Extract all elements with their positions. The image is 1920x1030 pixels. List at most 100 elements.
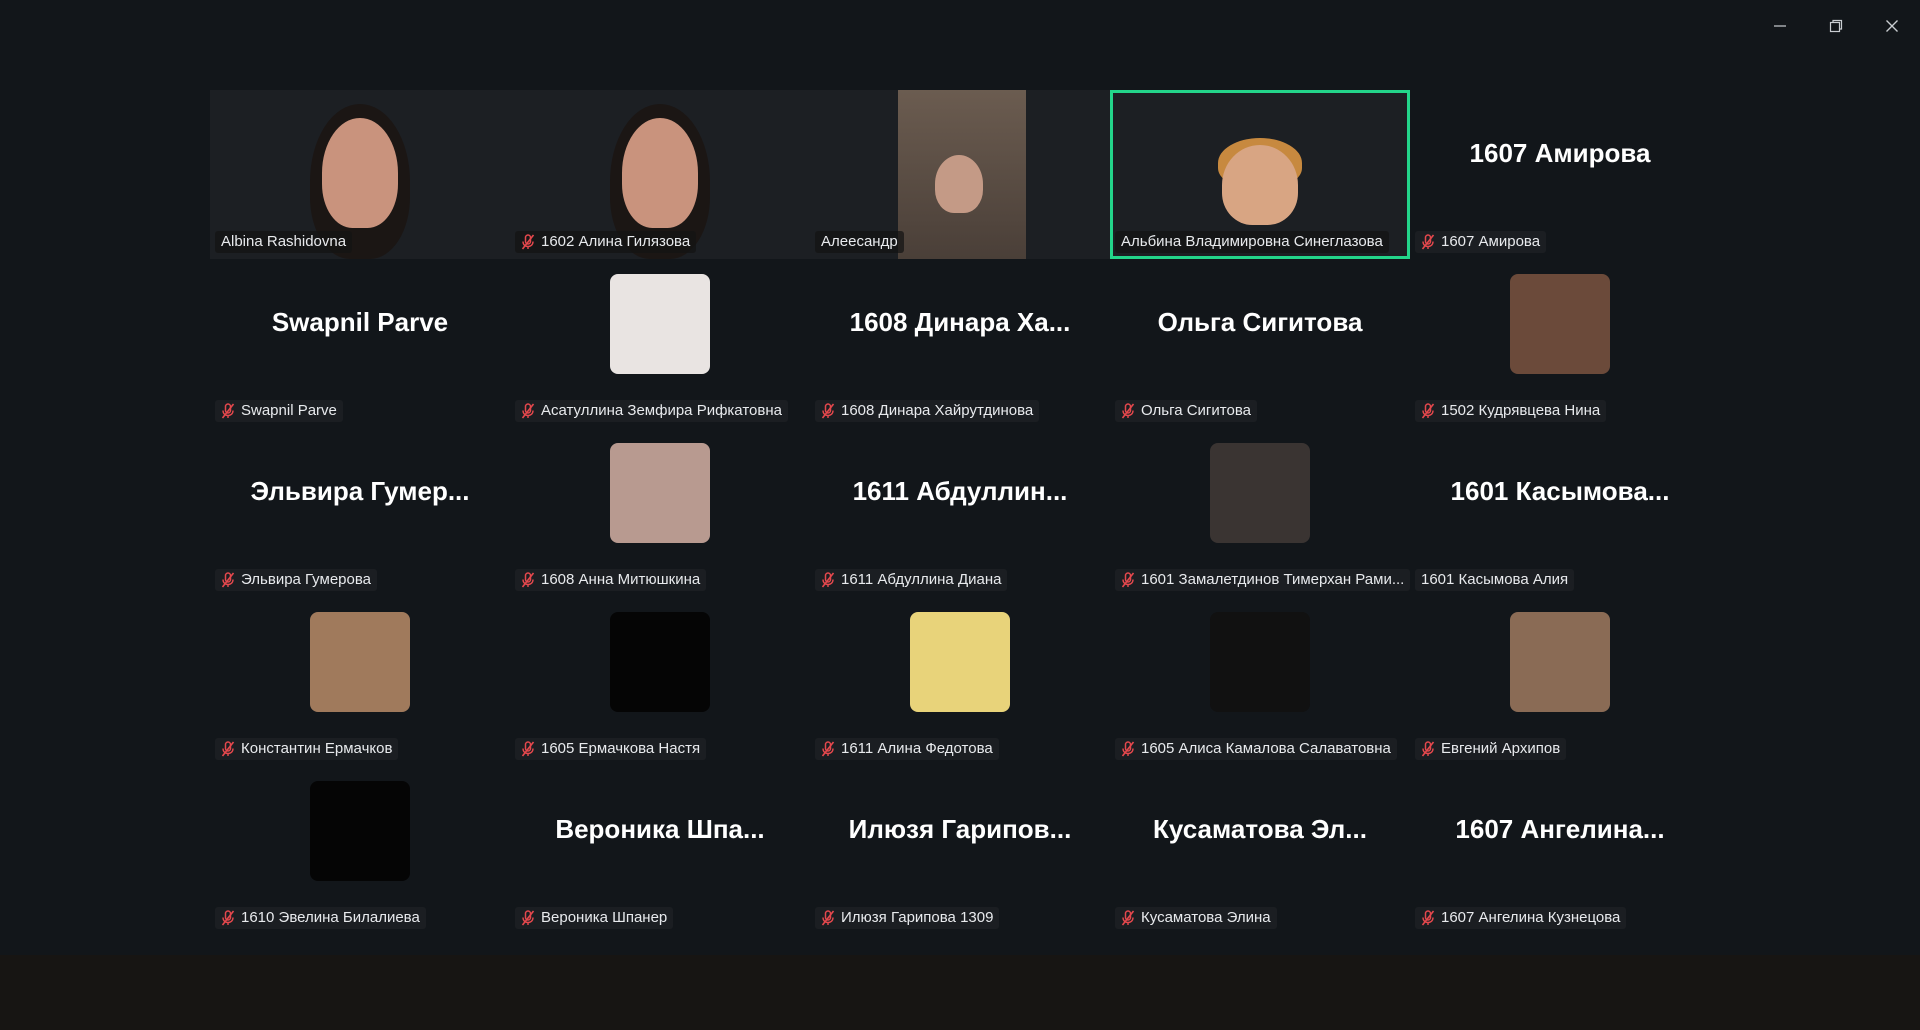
participant-tile[interactable]: 1605 Ермачкова Настя — [510, 597, 810, 766]
participant-tile[interactable]: Илюзя Гарипов... Илюзя Гарипова 1309 — [810, 766, 1110, 935]
muted-mic-icon — [221, 571, 235, 588]
minimize-button[interactable] — [1752, 0, 1808, 52]
participant-name-text: Илюзя Гарипова 1309 — [841, 909, 994, 926]
participant-tile[interactable]: Вероника Шпа... Вероника Шпанер — [510, 766, 810, 935]
participant-silhouette — [1222, 145, 1298, 225]
participant-name-text: 1502 Кудрявцева Нина — [1441, 402, 1601, 419]
muted-mic-icon — [221, 402, 235, 419]
participant-name-text: Вероника Шпанер — [541, 909, 668, 926]
participant-name-text: 1605 Алиса Камалова Салаватовна — [1141, 740, 1391, 757]
muted-mic-icon — [521, 909, 535, 926]
window-controls — [1752, 0, 1920, 52]
muted-mic-icon — [521, 233, 535, 250]
participant-display-name: Эльвира Гумер... — [250, 476, 470, 506]
participant-name-text: 1608 Динара Хайрутдинова — [841, 402, 1034, 419]
muted-mic-icon — [821, 740, 835, 757]
close-button[interactable] — [1864, 0, 1920, 52]
participant-name-text: Константин Ермачков — [241, 740, 393, 757]
participant-avatar — [610, 443, 710, 543]
muted-mic-icon — [521, 402, 535, 419]
participant-tile[interactable]: 1607 Ангелина... 1607 Ангелина Кузнецова — [1410, 766, 1710, 935]
participant-name-label: Albina Rashidovna — [215, 231, 353, 253]
muted-mic-icon — [1121, 740, 1135, 757]
participant-name-label: Swapnil Parve — [215, 400, 343, 422]
participant-tile[interactable]: 1602 Алина Гилязова — [510, 90, 810, 259]
muted-mic-icon — [1121, 402, 1135, 419]
participant-tile[interactable]: Асатуллина Земфира Рифкатовна — [510, 259, 810, 428]
participant-tile[interactable]: 1605 Алиса Камалова Салаватовна — [1110, 597, 1410, 766]
muted-mic-icon — [1421, 909, 1435, 926]
participant-avatar — [610, 274, 710, 374]
participant-avatar — [1210, 443, 1310, 543]
participant-tile[interactable]: Алеесандр — [810, 90, 1110, 259]
participant-tile[interactable]: 1610 Эвелина Билалиева — [210, 766, 510, 935]
muted-mic-icon — [521, 571, 535, 588]
participant-tile[interactable]: 1611 Алина Федотова — [810, 597, 1110, 766]
participant-name-label: Кусаматова Элина — [1115, 907, 1277, 929]
participant-display-name: Ольга Сигитова — [1157, 307, 1363, 337]
restore-button[interactable] — [1808, 0, 1864, 52]
muted-mic-icon — [221, 909, 235, 926]
participant-name-text: 1605 Ермачкова Настя — [541, 740, 701, 757]
title-bar — [0, 0, 1920, 60]
participant-name-text: 1607 Ангелина Кузнецова — [1441, 909, 1621, 926]
participant-name-label: Илюзя Гарипова 1309 — [815, 907, 1000, 929]
participant-grid: Albina Rashidovna 1602 Алина Гилязова Алее… — [210, 90, 1710, 935]
participant-silhouette — [622, 118, 698, 228]
participant-name-text: Swapnil Parve — [241, 402, 337, 419]
participant-tile[interactable]: 1607 Амирова 1607 Амирова — [1410, 90, 1710, 259]
participant-display-name: 1611 Абдуллин... — [852, 476, 1068, 506]
participant-avatar — [1510, 612, 1610, 712]
participant-name-text: Albina Rashidovna — [221, 233, 347, 250]
participant-display-name: Swapnil Parve — [271, 307, 449, 337]
participant-display-name: Вероника Шпа... — [555, 814, 765, 844]
muted-mic-icon — [1121, 909, 1135, 926]
participant-silhouette — [322, 118, 398, 228]
muted-mic-icon — [1121, 571, 1135, 588]
participant-name-text: Альбина Владимировна Синеглазова — [1121, 233, 1383, 250]
participant-tile[interactable]: Ольга Сигитова Ольга Сигитова — [1110, 259, 1410, 428]
participant-tile[interactable]: 1608 Динара Ха... 1608 Динара Хайрутдинов… — [810, 259, 1110, 428]
participant-avatar — [310, 781, 410, 881]
participant-name-label: 1611 Абдуллина Диана — [815, 569, 1008, 591]
participant-name-text: 1601 Замалетдинов Тимерхан Рами... — [1141, 571, 1405, 588]
participant-display-name: 1601 Касымова... — [1450, 476, 1670, 506]
participant-tile[interactable]: 1601 Касымова... 1601 Касымова Алия — [1410, 428, 1710, 597]
participant-display-name: 1607 Амирова — [1469, 138, 1651, 168]
meeting-window: Albina Rashidovna 1602 Алина Гилязова Алее… — [0, 0, 1920, 1030]
participant-avatar — [910, 612, 1010, 712]
participant-tile[interactable]: Константин Ермачков — [210, 597, 510, 766]
participant-name-label: 1605 Ермачкова Настя — [515, 738, 707, 760]
participant-tile[interactable]: Евгений Архипов — [1410, 597, 1710, 766]
participant-tile[interactable]: Альбина Владимировна Синеглазова — [1110, 90, 1410, 259]
participant-name-text: 1601 Касымова Алия — [1421, 571, 1569, 588]
participant-name-text: Кусаматова Элина — [1141, 909, 1271, 926]
participant-display-name: Илюзя Гарипов... — [848, 814, 1072, 844]
participant-name-label: 1502 Кудрявцева Нина — [1415, 400, 1607, 422]
participant-name-text: Евгений Архипов — [1441, 740, 1561, 757]
muted-mic-icon — [1421, 740, 1435, 757]
participant-display-name: 1607 Ангелина... — [1455, 814, 1665, 844]
participant-tile[interactable]: Albina Rashidovna — [210, 90, 510, 259]
muted-mic-icon — [821, 909, 835, 926]
participant-name-text: Эльвира Гумерова — [241, 571, 371, 588]
participant-name-label: 1607 Ангелина Кузнецова — [1415, 907, 1627, 929]
participant-tile[interactable]: Swapnil Parve Swapnil Parve — [210, 259, 510, 428]
muted-mic-icon — [221, 740, 235, 757]
participant-name-text: 1611 Алина Федотова — [841, 740, 993, 757]
participant-name-label: Вероника Шпанер — [515, 907, 674, 929]
participant-tile[interactable]: Кусаматова Эл... Кусаматова Элина — [1110, 766, 1410, 935]
participant-name-label: Евгений Архипов — [1415, 738, 1567, 760]
participant-tile[interactable]: 1502 Кудрявцева Нина — [1410, 259, 1710, 428]
participant-name-text: 1608 Анна Митюшкина — [541, 571, 701, 588]
participant-name-label: 1601 Касымова Алия — [1415, 569, 1575, 591]
participant-tile[interactable]: 1601 Замалетдинов Тимерхан Рами... — [1110, 428, 1410, 597]
participant-tile[interactable]: 1611 Абдуллин... 1611 Абдуллина Диана — [810, 428, 1110, 597]
participant-name-label: Константин Ермачков — [215, 738, 399, 760]
participant-name-label: Алеесандр — [815, 231, 904, 253]
participant-tile[interactable]: 1608 Анна Митюшкина — [510, 428, 810, 597]
participant-tile[interactable]: Эльвира Гумер... Эльвира Гумерова — [210, 428, 510, 597]
meeting-toolbar-area — [0, 955, 1920, 1030]
participant-name-label: 1608 Динара Хайрутдинова — [815, 400, 1040, 422]
participant-name-label: 1610 Эвелина Билалиева — [215, 907, 426, 929]
